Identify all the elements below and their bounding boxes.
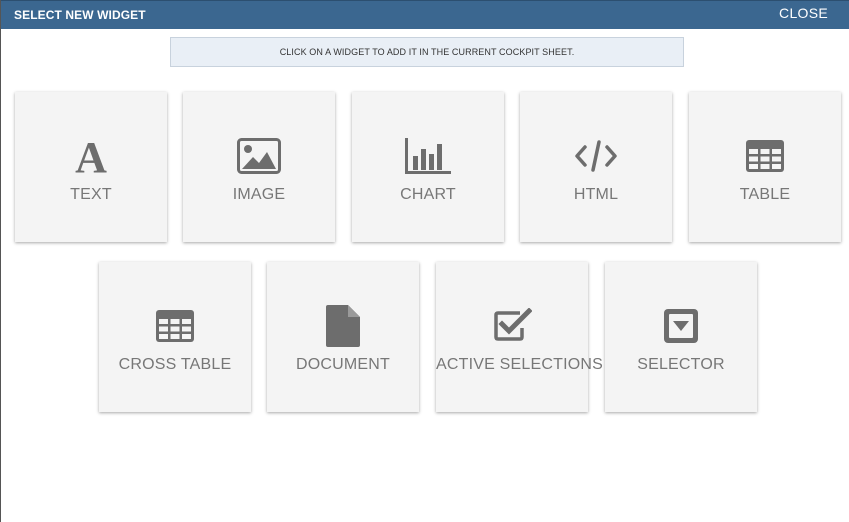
widget-label: CROSS TABLE [118, 356, 232, 373]
widget-card-cross-table[interactable]: CROSS TABLE [99, 262, 251, 412]
info-message: CLICK ON A WIDGET TO ADD IT IN THE CURRE… [170, 37, 684, 67]
close-button[interactable]: CLOSE [779, 5, 828, 21]
widget-label: SELECTOR [637, 356, 725, 373]
text-icon: A [15, 136, 167, 176]
widget-card-chart[interactable]: CHART [352, 92, 504, 242]
dialog-title: SELECT NEW WIDGET [14, 8, 146, 22]
widget-card-document[interactable]: DOCUMENT [267, 262, 419, 412]
table-icon [689, 136, 841, 176]
code-icon [520, 136, 672, 176]
widget-card-selector[interactable]: SELECTOR [605, 262, 757, 412]
widget-label: TABLE [739, 186, 791, 203]
image-icon [183, 136, 335, 176]
widget-card-table[interactable]: TABLE [689, 92, 841, 242]
widget-label: TEXT [70, 186, 112, 203]
chart-icon [352, 136, 504, 176]
widget-label: ACTIVE SELECTIONS [436, 356, 603, 373]
widget-card-active-selections[interactable]: ACTIVE SELECTIONS [436, 262, 603, 412]
select-widget-dialog: SELECT NEW WIDGET CLOSE CLICK ON A WIDGE… [0, 0, 849, 522]
widget-label: CHART [400, 186, 456, 203]
widget-card-html[interactable]: HTML [520, 92, 672, 242]
cross-table-icon [99, 306, 251, 346]
widget-label: DOCUMENT [295, 356, 391, 373]
widget-label: HTML [573, 186, 619, 203]
document-icon [267, 305, 419, 347]
selector-icon [605, 306, 757, 346]
svg-text:A: A [75, 136, 107, 176]
widget-card-image[interactable]: IMAGE [183, 92, 335, 242]
checkbox-icon [436, 306, 588, 346]
widget-card-text[interactable]: A TEXT [15, 92, 167, 242]
widget-label: IMAGE [232, 186, 286, 203]
dialog-header: SELECT NEW WIDGET CLOSE [1, 0, 849, 29]
